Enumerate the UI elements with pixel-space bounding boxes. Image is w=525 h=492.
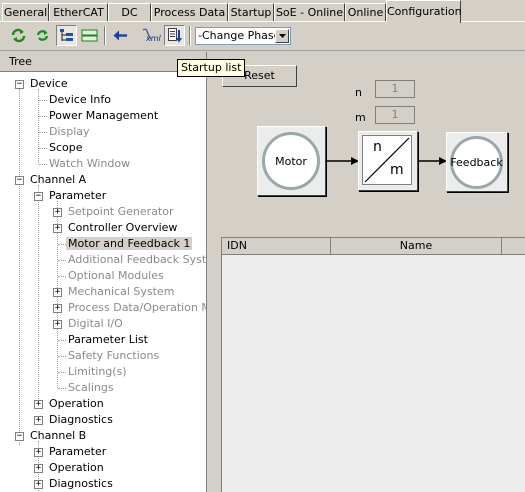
tab-process-data[interactable]: Process Data bbox=[151, 3, 228, 21]
feedback-circle: Feedback bbox=[450, 136, 503, 189]
tree-item-device-info[interactable]: Device Info bbox=[47, 92, 113, 108]
tree-item-parameter[interactable]: Parameter bbox=[47, 188, 108, 204]
tree-item-operation-a[interactable]: Operation bbox=[47, 396, 106, 412]
gear-ratio-block[interactable]: n m bbox=[358, 131, 418, 191]
tree-view-icon bbox=[60, 29, 73, 41]
tab-dc[interactable]: DC bbox=[108, 3, 151, 21]
tab-soe-online[interactable]: SoE - Online bbox=[274, 3, 345, 21]
refresh-all-button[interactable] bbox=[8, 25, 29, 46]
startup-list-tooltip: Startup list bbox=[177, 59, 246, 77]
grid-column-extra[interactable] bbox=[502, 238, 525, 255]
xml-export-button[interactable]: xml bbox=[140, 25, 164, 46]
expand-digital-io-toggle[interactable]: + bbox=[53, 320, 62, 329]
motor-label: Motor bbox=[275, 154, 307, 168]
tree-item-diagnostics-a[interactable]: Diagnostics bbox=[47, 412, 115, 428]
tree-item-digital-io[interactable]: Digital I/O bbox=[66, 316, 125, 332]
refresh-icon bbox=[36, 30, 49, 41]
tree-item-motor-and-feedback[interactable]: Motor and Feedback 1 bbox=[66, 236, 193, 252]
back-button[interactable] bbox=[110, 25, 131, 46]
tree-item-parameter-b[interactable]: Parameter bbox=[47, 444, 108, 460]
tree-item-scope[interactable]: Scope bbox=[47, 140, 85, 156]
expand-controller-overview-toggle[interactable]: + bbox=[53, 224, 62, 233]
feedback-block[interactable]: Feedback bbox=[446, 132, 508, 192]
m-label: m bbox=[355, 111, 366, 124]
tree-header-label: Tree bbox=[9, 55, 32, 68]
tree-item-power-management[interactable]: Power Management bbox=[47, 108, 160, 124]
m-field[interactable]: 1 bbox=[375, 106, 415, 124]
expand-mechanical-system-toggle[interactable]: + bbox=[53, 288, 62, 297]
tree-item-setpoint-generator[interactable]: Setpoint Generator bbox=[66, 204, 175, 220]
n-field[interactable]: 1 bbox=[375, 80, 415, 98]
gear-n-label: n bbox=[373, 139, 382, 155]
tree-item-optional-modules[interactable]: Optional Modules bbox=[66, 268, 166, 284]
change-phase-value: -Change Phase- bbox=[198, 29, 285, 42]
tab-configuration[interactable]: Configuration bbox=[386, 0, 462, 23]
collapse-parameter-toggle[interactable]: − bbox=[34, 192, 43, 201]
refresh-button[interactable] bbox=[32, 25, 53, 46]
expand-operation-b-toggle[interactable]: + bbox=[34, 464, 43, 473]
collapse-channel-b-toggle[interactable]: − bbox=[15, 432, 24, 441]
grid-column-idn[interactable]: IDN bbox=[222, 238, 331, 255]
tree-item-device[interactable]: Device bbox=[28, 76, 70, 92]
arrow-right-icon bbox=[418, 157, 447, 165]
tree-item-watch-window[interactable]: Watch Window bbox=[47, 156, 132, 172]
svg-text:xml: xml bbox=[145, 34, 162, 43]
tab-bar: General EtherCAT DC Process Data Startup… bbox=[0, 0, 525, 23]
expand-process-data-toggle[interactable]: + bbox=[53, 304, 62, 313]
expand-parameter-b-toggle[interactable]: + bbox=[34, 448, 43, 457]
arrow-right-icon bbox=[326, 157, 359, 165]
chevron-down-icon[interactable] bbox=[275, 29, 289, 43]
expand-diagnostics-b-toggle[interactable]: + bbox=[34, 480, 43, 489]
grid-column-name[interactable]: Name bbox=[331, 238, 502, 255]
tree-item-controller-overview[interactable]: Controller Overview bbox=[66, 220, 179, 236]
tree-item-operation-b[interactable]: Operation bbox=[47, 460, 106, 476]
expand-setpoint-generator-toggle[interactable]: + bbox=[53, 208, 62, 217]
tree-item-display[interactable]: Display bbox=[47, 124, 92, 140]
tree-item-limiting[interactable]: Limiting(s) bbox=[66, 364, 129, 380]
tab-ethercat[interactable]: EtherCAT bbox=[49, 3, 108, 21]
motor-block[interactable]: Motor bbox=[257, 126, 326, 196]
tab-startup[interactable]: Startup bbox=[228, 3, 274, 21]
tab-online[interactable]: Online bbox=[345, 3, 386, 21]
expand-operation-a-toggle[interactable]: + bbox=[34, 400, 43, 409]
tree-panel: − Device Device Info Power Management Di… bbox=[0, 72, 206, 492]
tree-item-safety-functions[interactable]: Safety Functions bbox=[66, 348, 161, 364]
ratio-divider-icon bbox=[364, 137, 410, 183]
startup-list-icon bbox=[168, 28, 182, 43]
motor-circle: Motor bbox=[262, 132, 320, 190]
n-label: n bbox=[355, 86, 362, 99]
tree-item-scalings[interactable]: Scalings bbox=[66, 380, 116, 396]
startup-list-button[interactable] bbox=[164, 25, 185, 46]
feedback-label: Feedback bbox=[450, 156, 503, 169]
expand-diagnostics-a-toggle[interactable]: + bbox=[34, 416, 43, 425]
tree-item-channel-a[interactable]: Channel A bbox=[28, 172, 88, 188]
tree-item-additional-feedback[interactable]: Additional Feedback System bbox=[66, 252, 206, 268]
tree-item-parameter-list[interactable]: Parameter List bbox=[66, 332, 150, 348]
collapse-channel-a-toggle[interactable]: − bbox=[15, 176, 24, 185]
tree-view-button[interactable] bbox=[56, 25, 77, 46]
tab-general[interactable]: General bbox=[2, 3, 49, 21]
tree-item-mechanical-system[interactable]: Mechanical System bbox=[66, 284, 176, 300]
change-phase-select[interactable]: -Change Phase- bbox=[195, 27, 291, 45]
xml-icon: xml bbox=[142, 28, 162, 43]
tree-item-channel-b[interactable]: Channel B bbox=[28, 428, 88, 444]
tree-item-diagnostics-b[interactable]: Diagnostics bbox=[47, 476, 115, 492]
layout-icon bbox=[81, 29, 98, 42]
layout-view-button[interactable] bbox=[79, 25, 100, 46]
parameter-grid[interactable]: IDN Name bbox=[221, 237, 525, 492]
gear-m-label: m bbox=[390, 162, 404, 178]
arrow-left-icon bbox=[113, 30, 127, 41]
refresh-double-icon bbox=[11, 28, 26, 43]
tree-item-process-data[interactable]: Process Data/Operation Mode bbox=[66, 300, 206, 316]
collapse-device-toggle[interactable]: − bbox=[15, 80, 24, 89]
